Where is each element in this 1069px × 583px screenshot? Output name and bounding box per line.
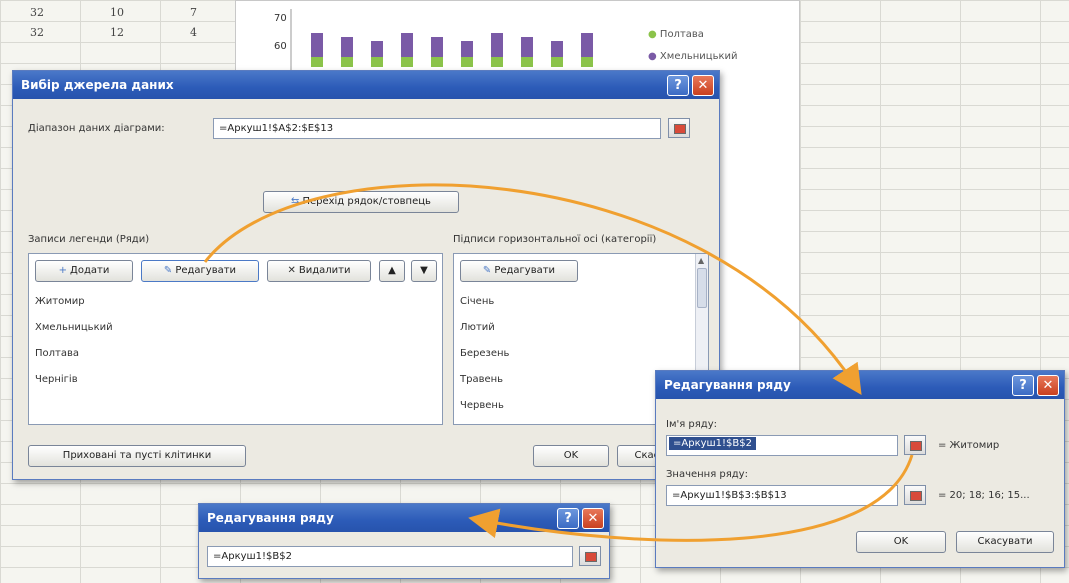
series-values-input[interactable]: =Аркуш1!$B$3:$B$13 [666, 485, 898, 506]
add-icon: + [58, 265, 68, 276]
delete-icon: ✕ [287, 265, 296, 276]
series-name-input[interactable]: =Аркуш1!$B$2 [666, 435, 898, 456]
cell: 10 [110, 6, 124, 19]
chart-bar [341, 57, 353, 67]
expand-dialog-button[interactable] [579, 546, 601, 566]
category-item: Травень [460, 374, 504, 385]
range-input[interactable]: =Аркуш1!$A$2:$E$13 [213, 118, 661, 139]
dialog-titlebar: Редагування ряду [656, 371, 1064, 399]
category-item: Березень [460, 348, 510, 359]
legend-item: ● Хмельницький [648, 51, 738, 62]
dialog-title: Редагування ряду [664, 378, 791, 392]
series-list[interactable]: + Додати ✎ Редагувати ✕ Видалити ▲ ▼ Житоми… [28, 253, 443, 425]
delete-series-button[interactable]: ✕ Видалити [267, 260, 371, 282]
chart-bar [491, 33, 503, 57]
series-ref-input[interactable]: =Аркуш1!$B$2 [207, 546, 573, 567]
series-values-label: Значення ряду: [666, 469, 748, 480]
move-down-button[interactable]: ▼ [411, 260, 437, 282]
series-item[interactable]: Чернігів [35, 374, 78, 385]
series-item[interactable]: Полтава [35, 348, 79, 359]
close-button[interactable]: ✕ [692, 75, 714, 96]
close-button[interactable]: ✕ [1037, 375, 1059, 396]
series-values-result: = 20; 18; 16; 15... [938, 490, 1030, 501]
cell: 12 [110, 26, 124, 39]
chart-bar [371, 57, 383, 67]
cell: 7 [190, 6, 197, 19]
tick-label: 60 [274, 41, 287, 52]
dialog-titlebar: Редагування ряду [199, 504, 609, 532]
cell: 4 [190, 26, 197, 39]
category-item: Січень [460, 296, 495, 307]
dialog-title: Редагування ряду [207, 511, 334, 525]
switch-row-column-button[interactable]: ⇆ Перехід рядок/стовпець [263, 191, 459, 213]
chart-bar [311, 57, 323, 67]
scroll-up-icon[interactable]: ▲ [698, 256, 704, 265]
edit-series-dialog: Редагування ряду ? ✕ Ім'я ряду: =Аркуш1!… [655, 370, 1065, 568]
legend-entries-label: Записи легенди (Ряди) [28, 234, 150, 245]
chart-bar [491, 57, 503, 67]
close-button[interactable]: ✕ [582, 508, 604, 529]
chart-bar [461, 57, 473, 67]
add-series-button[interactable]: + Додати [35, 260, 133, 282]
select-data-source-dialog: Вибір джерела даних ? ✕ Діапазон даних д… [12, 70, 720, 480]
help-button[interactable]: ? [1012, 375, 1034, 396]
range-label: Діапазон даних діаграми: [28, 123, 165, 134]
dialog-titlebar: Вибір джерела даних [13, 71, 719, 99]
legend-item: ● Полтава [648, 29, 704, 40]
dialog-title: Вибір джерела даних [21, 78, 174, 92]
hidden-empty-cells-button[interactable]: Приховані та пусті клітинки [28, 445, 246, 467]
edit-icon: ✎ [163, 265, 173, 276]
edit-icon: ✎ [482, 265, 492, 276]
chart-bar [401, 33, 413, 57]
cell: 32 [30, 6, 44, 19]
chart-bar [581, 57, 593, 67]
category-item: Червень [460, 400, 504, 411]
collapse-name-button[interactable] [904, 435, 926, 455]
collapsed-edit-series-dialog: Редагування ряду ? ✕ =Аркуш1!$B$2 [198, 503, 610, 579]
switch-icon: ⇆ [291, 196, 300, 207]
series-name-result: = Житомир [938, 440, 1000, 451]
category-item: Лютий [460, 322, 495, 333]
edit-axis-labels-button[interactable]: ✎ Редагувати [460, 260, 578, 282]
collapse-range-button[interactable] [668, 118, 690, 138]
ok-button[interactable]: OK [533, 445, 609, 467]
ok-button[interactable]: OK [856, 531, 946, 553]
axis-labels-label: Підписи горизонтальної осі (категорії) [453, 234, 657, 245]
tick-label: 70 [274, 13, 287, 24]
edit-series-button[interactable]: ✎ Редагувати [141, 260, 259, 282]
chart-bar [431, 57, 443, 67]
chart-bar [521, 57, 533, 67]
series-item[interactable]: Житомир [35, 296, 85, 307]
series-name-label: Ім'я ряду: [666, 419, 718, 430]
help-button[interactable]: ? [557, 508, 579, 529]
chart-bar [311, 33, 323, 57]
bars [311, 33, 593, 67]
cancel-button[interactable]: Скасувати [956, 531, 1054, 553]
chart-bar [551, 57, 563, 67]
help-button[interactable]: ? [667, 75, 689, 96]
series-item[interactable]: Хмельницький [35, 322, 113, 333]
scroll-thumb[interactable] [697, 268, 707, 308]
move-up-button[interactable]: ▲ [379, 260, 405, 282]
cell: 32 [30, 26, 44, 39]
collapse-values-button[interactable] [904, 485, 926, 505]
chart-bar [401, 57, 413, 67]
chart-bar [581, 33, 593, 57]
